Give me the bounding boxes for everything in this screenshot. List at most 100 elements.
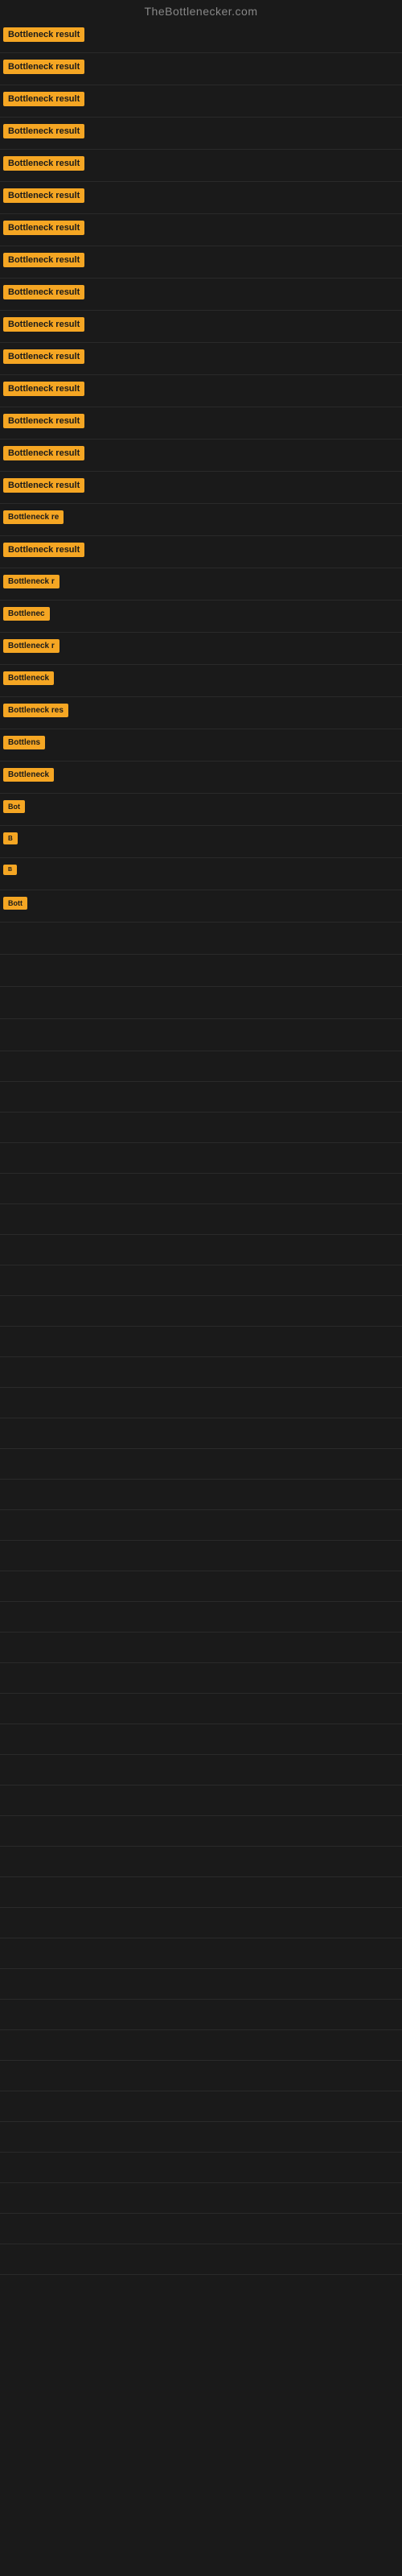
list-item: Bottleneck result [0, 343, 402, 375]
list-item: Bottleneck result [0, 246, 402, 279]
empty-row [0, 1357, 402, 1388]
empty-row [0, 1938, 402, 1969]
list-item: Bottleneck result [0, 407, 402, 440]
empty-row [0, 1480, 402, 1510]
empty-row [0, 1174, 402, 1204]
list-item: Bottleneck result [0, 311, 402, 343]
list-item: Bottleneck result [0, 472, 402, 504]
bottleneck-badge[interactable]: Bottleneck r [3, 575, 59, 588]
bottleneck-badge[interactable]: Bottleneck r [3, 639, 59, 653]
list-item: Bot [0, 794, 402, 826]
list-item: Bottleneck result [0, 375, 402, 407]
empty-row [0, 1143, 402, 1174]
list-item: Bottleneck result [0, 21, 402, 53]
empty-row [0, 1969, 402, 2000]
empty-row [0, 2183, 402, 2214]
empty-row [0, 1541, 402, 1571]
list-item: Bottlens [0, 729, 402, 762]
bottleneck-badge[interactable]: Bottleneck result [3, 446, 84, 460]
empty-row [0, 1724, 402, 1755]
bottleneck-badge[interactable]: Bottleneck result [3, 349, 84, 364]
bottleneck-badge[interactable]: Bottleneck result [3, 285, 84, 299]
bottleneck-badge[interactable]: Bottleneck result [3, 253, 84, 267]
empty-row [0, 1051, 402, 1082]
empty-row [0, 1449, 402, 1480]
empty-row [0, 1296, 402, 1327]
list-item: Bottleneck res [0, 697, 402, 729]
empty-row [0, 1877, 402, 1908]
bottleneck-badge[interactable]: Bottleneck result [3, 543, 84, 557]
bottleneck-badge[interactable]: Bottleneck result [3, 27, 84, 42]
list-item [0, 987, 402, 1019]
list-item: Bottleneck [0, 665, 402, 697]
bottleneck-badge[interactable]: Bottleneck result [3, 156, 84, 171]
bottleneck-badge[interactable]: Bottleneck result [3, 92, 84, 106]
empty-row [0, 1755, 402, 1785]
empty-row [0, 2030, 402, 2061]
empty-row [0, 2244, 402, 2275]
list-item: Bottleneck result [0, 182, 402, 214]
empty-row [0, 1847, 402, 1877]
list-item [0, 955, 402, 987]
list-item [0, 923, 402, 955]
site-title: TheBottlenecker.com [0, 0, 402, 21]
bottleneck-badge[interactable]: Bottleneck result [3, 221, 84, 235]
bottleneck-badge[interactable]: Bottleneck [3, 671, 54, 685]
bottleneck-badge[interactable]: B [3, 832, 18, 844]
list-item: Bottleneck re [0, 504, 402, 536]
bottleneck-badge[interactable]: Bottleneck result [3, 188, 84, 203]
empty-row [0, 1510, 402, 1541]
bottleneck-badge[interactable]: Bottleneck result [3, 124, 84, 138]
bottleneck-badge[interactable]: B [3, 865, 17, 875]
empty-row [0, 2153, 402, 2183]
empty-row [0, 1816, 402, 1847]
bottleneck-badge[interactable]: Bottleneck res [3, 704, 68, 717]
list-item: Bottleneck result [0, 279, 402, 311]
bottleneck-badge[interactable]: Bottleneck [3, 768, 54, 782]
empty-row [0, 1694, 402, 1724]
empty-row [0, 1082, 402, 1113]
list-item [0, 1019, 402, 1051]
empty-row [0, 1265, 402, 1296]
bottleneck-badge[interactable]: Bottlens [3, 736, 45, 749]
bottleneck-badge[interactable]: Bottleneck result [3, 414, 84, 428]
empty-row [0, 2122, 402, 2153]
bottleneck-badge[interactable]: Bottleneck result [3, 60, 84, 74]
bottleneck-badge[interactable]: Bottleneck result [3, 317, 84, 332]
list-item: Bottleneck result [0, 536, 402, 568]
bottleneck-badge[interactable]: Bottleneck re [3, 510, 64, 524]
list-item: Bottleneck r [0, 633, 402, 665]
empty-row [0, 1327, 402, 1357]
list-item: Bott [0, 890, 402, 923]
bottleneck-badge[interactable]: Bottlenec [3, 607, 50, 621]
empty-row [0, 1113, 402, 1143]
empty-row [0, 1235, 402, 1265]
list-item: Bottleneck r [0, 568, 402, 601]
list-item: Bottleneck [0, 762, 402, 794]
empty-row [0, 2091, 402, 2122]
bottleneck-badge[interactable]: Bottleneck result [3, 382, 84, 396]
empty-row [0, 1663, 402, 1694]
empty-row [0, 1418, 402, 1449]
list-item: B [0, 826, 402, 858]
empty-row [0, 1908, 402, 1938]
list-item: Bottlenec [0, 601, 402, 633]
empty-row [0, 2000, 402, 2030]
list-item: Bottleneck result [0, 214, 402, 246]
list-item: Bottleneck result [0, 440, 402, 472]
empty-row [0, 1571, 402, 1602]
list-item: Bottleneck result [0, 150, 402, 182]
empty-row [0, 1633, 402, 1663]
empty-row [0, 2214, 402, 2244]
empty-row [0, 1602, 402, 1633]
empty-row [0, 1785, 402, 1816]
empty-row [0, 1204, 402, 1235]
list-item: Bottleneck result [0, 53, 402, 85]
list-item: Bottleneck result [0, 85, 402, 118]
bottleneck-badge[interactable]: Bottleneck result [3, 478, 84, 493]
empty-row [0, 1388, 402, 1418]
bottleneck-badge[interactable]: Bott [3, 897, 27, 910]
list-item: Bottleneck result [0, 118, 402, 150]
list-item: B [0, 858, 402, 890]
bottleneck-badge[interactable]: Bot [3, 800, 25, 813]
